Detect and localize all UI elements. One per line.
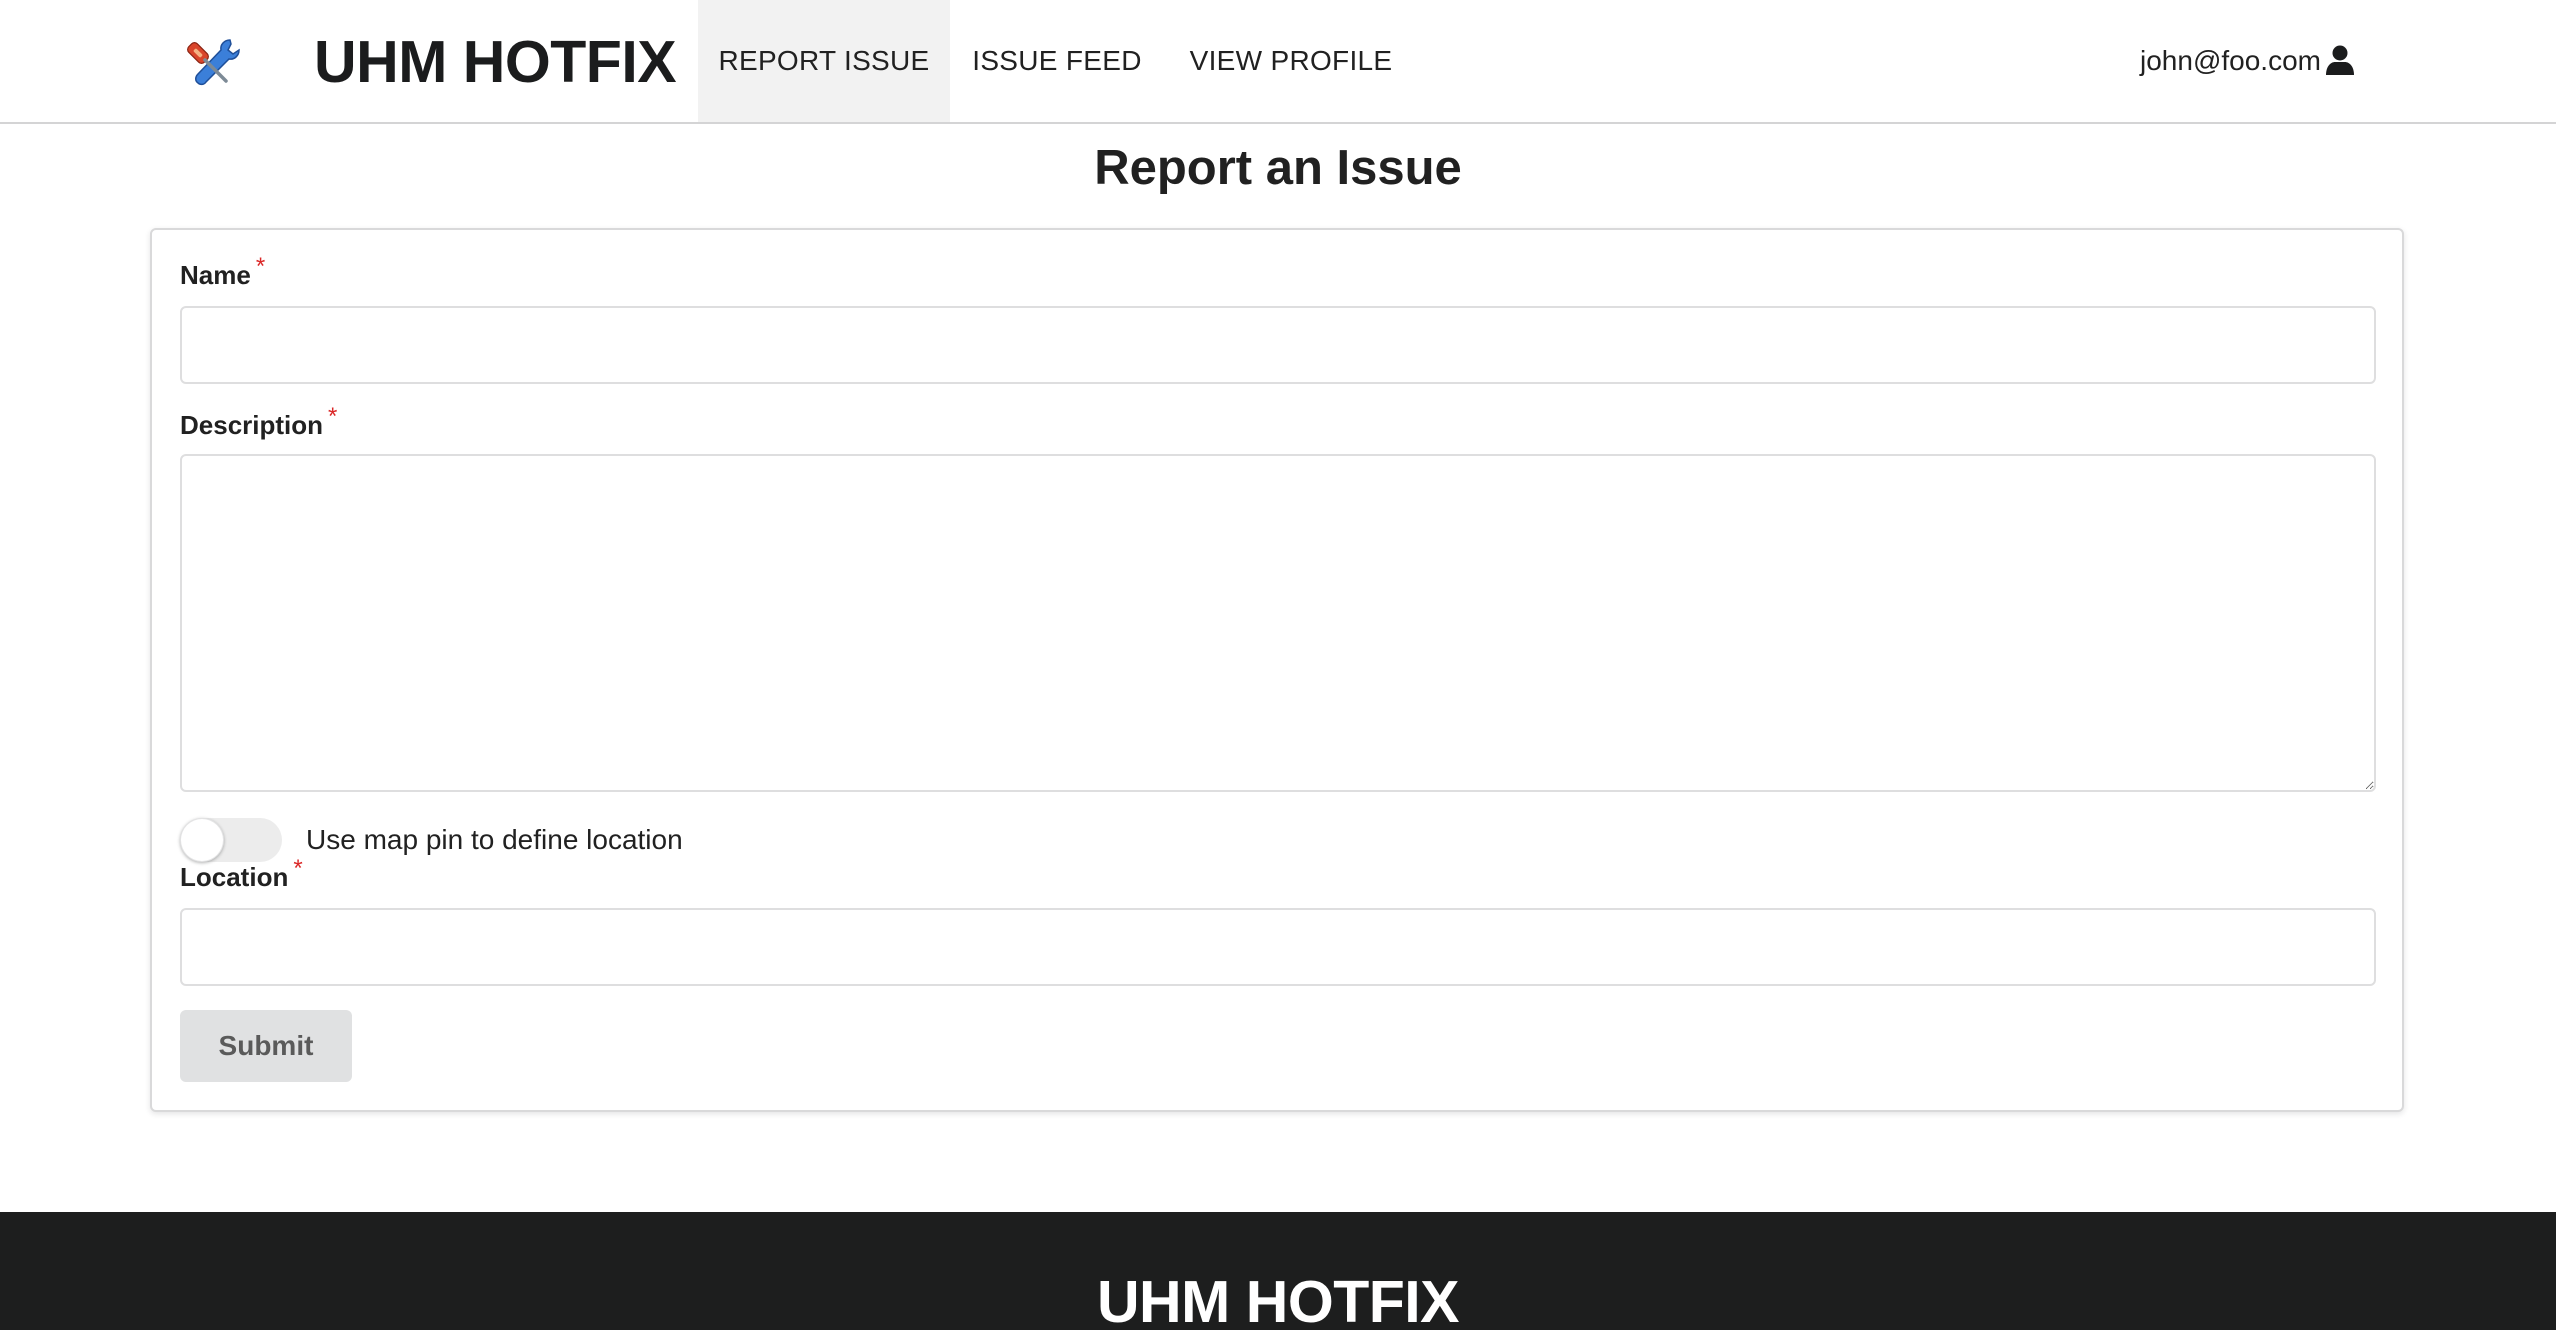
name-label-text: Name xyxy=(180,260,251,290)
location-label-text: Location xyxy=(180,862,289,892)
top-navbar: UHM HOTFIX REPORT ISSUE ISSUE FEED VIEW … xyxy=(0,0,2556,124)
submit-button[interactable]: Submit xyxy=(180,1010,352,1082)
user-icon xyxy=(2325,45,2354,75)
user-email: john@foo.com xyxy=(2140,45,2321,76)
location-input[interactable] xyxy=(180,908,2376,986)
required-marker: * xyxy=(255,253,266,280)
toggle-knob xyxy=(180,818,224,862)
user-menu[interactable]: john@foo.com xyxy=(2140,0,2355,122)
brand-title[interactable]: UHM HOTFIX xyxy=(314,28,677,96)
name-label: Name * xyxy=(180,253,265,291)
nav-report-issue[interactable]: REPORT ISSUE xyxy=(698,0,950,122)
name-input[interactable] xyxy=(180,306,2376,384)
report-issue-form: Name * Description * Use map pin to define… xyxy=(150,228,2404,1112)
description-label: Description * xyxy=(180,403,337,441)
map-pin-toggle-label[interactable]: Use map pin to define location xyxy=(306,820,683,860)
description-label-text: Description xyxy=(180,410,324,440)
required-marker: * xyxy=(293,855,303,882)
page-title: Report an Issue xyxy=(1094,141,1462,195)
nav-view-profile[interactable]: VIEW PROFILE xyxy=(1164,0,1418,122)
required-marker: * xyxy=(328,403,338,430)
footer-title: UHM HOTFIX xyxy=(1096,1269,1460,1335)
location-label: Location * xyxy=(180,855,303,893)
map-pin-toggle[interactable] xyxy=(180,818,282,862)
tools-icon[interactable] xyxy=(186,36,244,88)
footer: UHM HOTFIX xyxy=(0,1212,2556,1335)
nav-issue-feed[interactable]: ISSUE FEED xyxy=(950,0,1164,122)
description-textarea[interactable] xyxy=(180,454,2376,792)
